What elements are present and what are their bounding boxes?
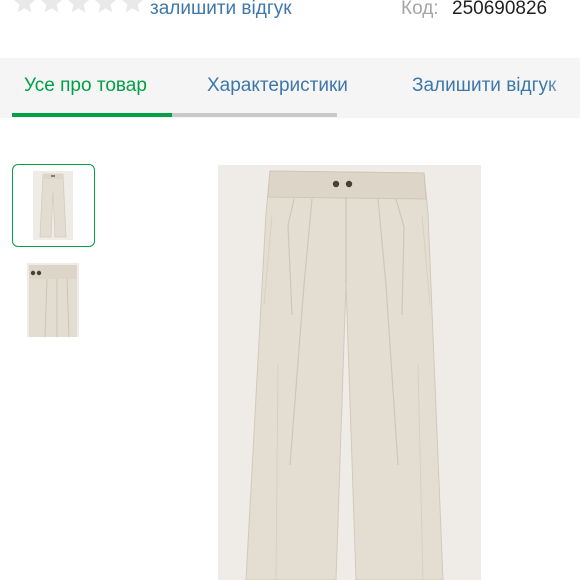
tab-leave-review[interactable]: Залишити відгук [412, 75, 556, 97]
gallery-thumbnail-1[interactable] [12, 164, 95, 247]
pants-front-thumbnail-icon [33, 171, 73, 240]
pants-detail-thumbnail-icon [27, 263, 79, 338]
main-product-image[interactable] [218, 165, 481, 580]
tabs-scroll-fade [546, 58, 580, 118]
write-review-link[interactable]: залишити відгук [150, 0, 292, 20]
product-meta-row: залишити відгук Код: 250690826 [0, 0, 580, 28]
tab-active-indicator [12, 113, 172, 117]
star-icon [14, 0, 35, 13]
gallery-thumbnail-2[interactable] [27, 263, 79, 338]
rating-stars[interactable] [12, 0, 145, 15]
beige-trousers-illustration [218, 165, 481, 580]
product-tabs: Усе про товар Характеристики Залишити ві… [0, 58, 580, 118]
star-icon [68, 0, 89, 13]
product-code-value: 250690826 [452, 0, 548, 19]
star-icon [122, 0, 143, 13]
star-icon [41, 0, 62, 13]
tab-all-about-product[interactable]: Усе про товар [24, 75, 147, 97]
tab-characteristics[interactable]: Характеристики [207, 75, 348, 97]
star-icon [95, 0, 116, 13]
product-code-label: Код: [401, 0, 439, 19]
